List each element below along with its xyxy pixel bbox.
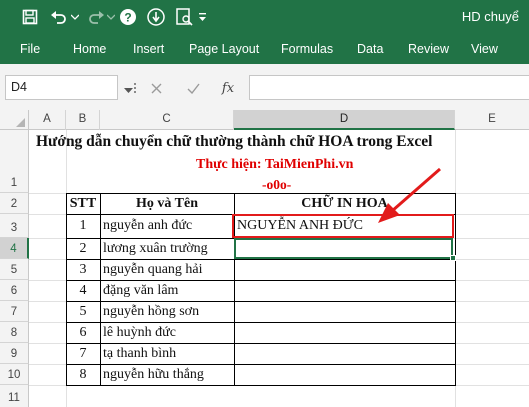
cell-stt[interactable]: 8 — [66, 364, 100, 385]
formula-bar: D4 fx — [0, 64, 529, 110]
table-border — [234, 364, 455, 365]
name-box-dropdown-icon[interactable] — [124, 81, 133, 99]
table-border — [100, 193, 101, 386]
cell-name[interactable]: nguyễn quang hải — [103, 259, 203, 280]
table-border — [234, 259, 455, 260]
row-header-10[interactable]: 10 — [0, 364, 29, 385]
cell-stt[interactable]: 1 — [66, 215, 100, 236]
active-cell-d4[interactable] — [234, 238, 453, 259]
sheet-title: Hướng dẫn chuyển chữ thường thành chữ HO… — [36, 133, 433, 150]
title-bar: ? HD chuyể — [0, 0, 529, 34]
tab-home[interactable]: Home — [73, 42, 106, 56]
save-icon[interactable] — [20, 7, 40, 27]
table-border — [234, 343, 455, 344]
cell-stt[interactable]: 4 — [66, 280, 100, 301]
help-icon[interactable]: ? — [118, 7, 138, 27]
cell-name[interactable]: nguyễn hữu thắng — [103, 364, 204, 385]
tab-formulas[interactable]: Formulas — [281, 42, 333, 56]
cell-name[interactable]: nguyễn hồng sơn — [103, 301, 199, 322]
tab-data[interactable]: Data — [357, 42, 383, 56]
column-header-c[interactable]: C — [100, 110, 234, 130]
table-border — [66, 385, 455, 386]
undo-icon[interactable] — [48, 7, 70, 27]
tab-page-layout[interactable]: Page Layout — [189, 42, 259, 56]
table-border — [455, 193, 456, 386]
cell-stt[interactable]: 6 — [66, 322, 100, 343]
row-header-11[interactable]: 11 — [0, 385, 29, 407]
row-header-6[interactable]: 6 — [0, 280, 29, 301]
cancel-entry-icon[interactable] — [146, 77, 166, 99]
table-border — [234, 301, 455, 302]
column-header-a[interactable]: A — [29, 110, 66, 130]
cell-stt[interactable]: 3 — [66, 259, 100, 280]
column-header-b[interactable]: B — [66, 110, 100, 130]
cell-name[interactable]: nguyễn anh đức — [103, 215, 192, 236]
row-header-5[interactable]: 5 — [0, 259, 29, 280]
annotation-arrow-icon — [378, 167, 441, 223]
column-header-d[interactable]: D — [234, 110, 455, 130]
row-header-8[interactable]: 8 — [0, 322, 29, 343]
cell-name[interactable]: lương xuân trường — [103, 238, 234, 259]
select-all-corner[interactable] — [0, 110, 29, 130]
redo-icon[interactable] — [86, 7, 106, 27]
cell-name[interactable]: lê huỳnh đức — [103, 322, 176, 343]
cell-name[interactable]: đặng văn lâm — [103, 280, 178, 301]
formula-bar-grip-icon[interactable] — [134, 83, 137, 95]
column-header-e[interactable]: E — [455, 110, 529, 130]
row-header-4[interactable]: 4 — [0, 238, 29, 259]
header-stt[interactable]: STT — [66, 193, 100, 214]
touch-mode-icon[interactable] — [146, 7, 166, 27]
cell-name[interactable]: tạ thanh bình — [103, 343, 176, 364]
ribbon-tabs: File Home Insert Page Layout Formulas Da… — [0, 34, 529, 64]
name-box[interactable]: D4 — [5, 75, 118, 100]
confirm-entry-icon[interactable] — [183, 77, 203, 99]
row-header-3[interactable]: 3 — [0, 214, 29, 238]
cell-stt[interactable]: 5 — [66, 301, 100, 322]
fill-handle[interactable] — [450, 255, 456, 261]
table-border — [234, 280, 455, 281]
header-name[interactable]: Họ và Tên — [100, 193, 234, 214]
cell-stt[interactable]: 2 — [66, 238, 100, 259]
undo-dropdown-icon[interactable] — [70, 7, 80, 27]
window-title: HD chuyể — [461, 9, 519, 24]
redo-dropdown-icon[interactable] — [106, 7, 116, 27]
tab-file[interactable]: File — [20, 42, 40, 56]
row-header-9[interactable]: 9 — [0, 343, 29, 364]
row-header-7[interactable]: 7 — [0, 301, 29, 322]
print-preview-icon[interactable] — [174, 7, 194, 27]
sheet-subtitle: Thực hiện: TaiMienPhi.vn — [196, 157, 354, 172]
cell-stt[interactable]: 7 — [66, 343, 100, 364]
row-header-1[interactable]: 1 — [0, 130, 29, 193]
table-border — [234, 322, 455, 323]
svg-text:?: ? — [124, 11, 131, 25]
tab-review[interactable]: Review — [408, 42, 449, 56]
insert-function-icon[interactable]: fx — [218, 77, 238, 99]
customize-qat-icon[interactable] — [196, 7, 208, 27]
row-header-2[interactable]: 2 — [0, 193, 29, 214]
tab-insert[interactable]: Insert — [133, 42, 164, 56]
formula-input[interactable] — [249, 75, 529, 100]
column-headers: A B C D E — [0, 110, 529, 130]
tab-view[interactable]: View — [471, 42, 498, 56]
sheet-decoration: -o0o- — [262, 177, 292, 192]
